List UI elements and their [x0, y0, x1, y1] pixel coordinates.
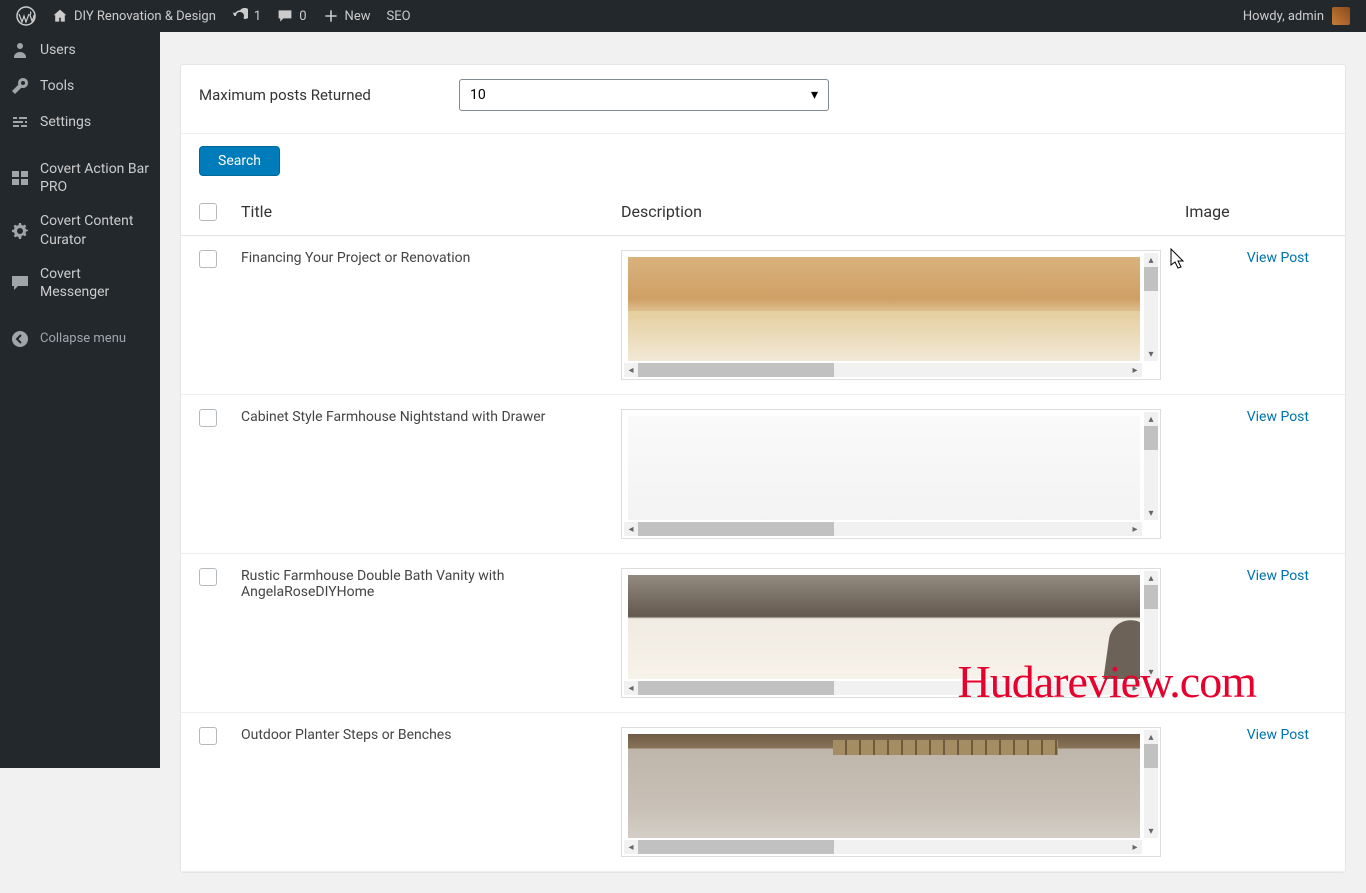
new-link[interactable]: New: [315, 0, 379, 32]
search-panel: Maximum posts Returned 10 ▾ Search Title…: [180, 64, 1346, 873]
sidebar-item-covert-messenger[interactable]: Covert Messenger: [0, 257, 160, 309]
col-title[interactable]: Title: [229, 188, 609, 236]
admin-sidebar: Users Tools Settings Covert Action Bar PRO…: [0, 32, 160, 768]
row-checkbox[interactable]: [199, 568, 217, 586]
site-name-link[interactable]: DIY Renovation & Design: [44, 0, 224, 32]
view-post-link[interactable]: View Post: [1247, 250, 1309, 266]
h-scrollbar[interactable]: ◂▸: [624, 840, 1142, 854]
sidebar-item-label: Tools: [40, 77, 74, 95]
comment-count: 0: [299, 9, 306, 24]
max-posts-label: Maximum posts Returned: [199, 86, 399, 104]
users-icon: [10, 40, 30, 60]
select-all-checkbox[interactable]: [199, 203, 217, 221]
sidebar-item-covert-content-curator[interactable]: Covert Content Curator: [0, 204, 160, 256]
table-row: Outdoor Planter Steps or Benches▴▾◂▸View…: [181, 713, 1345, 872]
new-label: New: [345, 9, 371, 24]
max-posts-select[interactable]: 10 ▾: [459, 79, 829, 111]
sidebar-item-label: Settings: [40, 113, 91, 131]
row-checkbox[interactable]: [199, 727, 217, 745]
chevron-down-icon: ▾: [811, 87, 818, 103]
row-checkbox[interactable]: [199, 409, 217, 427]
collapse-label: Collapse menu: [40, 331, 126, 348]
howdy-text: Howdy, admin: [1243, 9, 1324, 24]
col-image[interactable]: Image: [1173, 188, 1345, 236]
sidebar-item-label: Covert Content Curator: [40, 212, 150, 248]
seo-link[interactable]: SEO: [378, 0, 418, 32]
table-row: Financing Your Project or Renovation▴▾◂▸…: [181, 236, 1345, 395]
max-posts-value: 10: [470, 87, 486, 103]
update-count: 1: [254, 9, 261, 24]
plus-icon: [323, 8, 339, 24]
h-scrollbar[interactable]: ◂▸: [624, 363, 1142, 377]
grid-icon: [10, 168, 30, 188]
gear-icon: [10, 221, 30, 241]
updates-link[interactable]: 1: [224, 0, 269, 32]
sidebar-item-label: Users: [40, 41, 76, 59]
row-title: Cabinet Style Farmhouse Nightstand with …: [229, 395, 609, 554]
chat-icon: [10, 273, 30, 293]
table-row: Rustic Farmhouse Double Bath Vanity with…: [181, 554, 1345, 713]
seo-label: SEO: [386, 9, 410, 24]
row-description: ▴▾◂▸: [609, 713, 1173, 872]
sidebar-item-label: Covert Messenger: [40, 265, 150, 301]
max-posts-row: Maximum posts Returned 10 ▾: [181, 65, 1345, 134]
view-post-link[interactable]: View Post: [1247, 727, 1309, 743]
wrench-icon: [10, 76, 30, 96]
wordpress-icon: [16, 6, 36, 26]
v-scrollbar[interactable]: ▴▾: [1144, 571, 1158, 679]
comments-link[interactable]: 0: [269, 0, 314, 32]
v-scrollbar[interactable]: ▴▾: [1144, 730, 1158, 838]
comment-icon: [277, 8, 293, 24]
home-icon: [52, 8, 68, 24]
description-preview[interactable]: ▴▾◂▸: [621, 568, 1161, 698]
results-table: Title Description Image Financing Your P…: [181, 188, 1345, 872]
row-description: ▴▾◂▸: [609, 395, 1173, 554]
admin-bar: DIY Renovation & Design 1 0 New SEO Howd…: [0, 0, 1366, 32]
row-description: ▴▾◂▸: [609, 236, 1173, 395]
v-scrollbar[interactable]: ▴▾: [1144, 253, 1158, 361]
row-title: Outdoor Planter Steps or Benches: [229, 713, 609, 872]
avatar: [1332, 7, 1350, 25]
description-preview[interactable]: ▴▾◂▸: [621, 409, 1161, 539]
collapse-icon: [10, 329, 30, 349]
admin-bar-left: DIY Renovation & Design 1 0 New SEO: [8, 0, 419, 32]
sliders-icon: [10, 112, 30, 132]
refresh-icon: [232, 8, 248, 24]
h-scrollbar[interactable]: ◂▸: [624, 681, 1142, 695]
collapse-menu[interactable]: Collapse menu: [0, 321, 160, 357]
view-post-link[interactable]: View Post: [1247, 409, 1309, 425]
description-preview[interactable]: ▴▾◂▸: [621, 250, 1161, 380]
sidebar-item-label: Covert Action Bar PRO: [40, 160, 150, 196]
row-title: Financing Your Project or Renovation: [229, 236, 609, 395]
admin-bar-right[interactable]: Howdy, admin: [1243, 7, 1358, 25]
v-scrollbar[interactable]: ▴▾: [1144, 412, 1158, 520]
row-description: ▴▾◂▸: [609, 554, 1173, 713]
row-title: Rustic Farmhouse Double Bath Vanity with…: [229, 554, 609, 713]
sidebar-item-settings[interactable]: Settings: [0, 104, 160, 140]
site-name: DIY Renovation & Design: [74, 9, 216, 24]
sidebar-item-covert-action-bar-pro[interactable]: Covert Action Bar PRO: [0, 152, 160, 204]
h-scrollbar[interactable]: ◂▸: [624, 522, 1142, 536]
col-description[interactable]: Description: [609, 188, 1173, 236]
description-preview[interactable]: ▴▾◂▸: [621, 727, 1161, 857]
sidebar-item-users[interactable]: Users: [0, 32, 160, 68]
row-checkbox[interactable]: [199, 250, 217, 268]
sidebar-item-tools[interactable]: Tools: [0, 68, 160, 104]
table-row: Cabinet Style Farmhouse Nightstand with …: [181, 395, 1345, 554]
wp-logo[interactable]: [8, 0, 44, 32]
main-content: Maximum posts Returned 10 ▾ Search Title…: [160, 64, 1366, 893]
view-post-link[interactable]: View Post: [1247, 568, 1309, 584]
search-button[interactable]: Search: [199, 146, 280, 176]
